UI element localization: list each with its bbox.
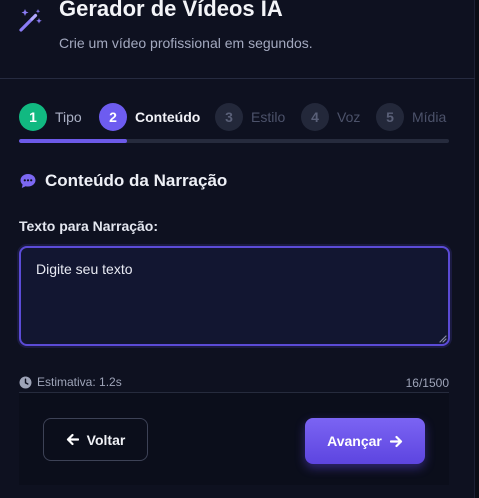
window-edge: [475, 0, 479, 498]
progress-fill: [19, 139, 127, 143]
step-tipo[interactable]: 1 Tipo: [19, 103, 82, 131]
clock-icon: [19, 376, 32, 388]
page-title: Gerador de Vídeos IA: [59, 0, 283, 21]
step-voz[interactable]: 4 Voz: [301, 103, 360, 131]
wizard-panel: Gerador de Vídeos IA Crie um vídeo profi…: [0, 0, 475, 498]
next-button[interactable]: Avançar: [305, 418, 425, 464]
wizard-footer: Voltar Avançar: [19, 393, 449, 485]
header: Gerador de Vídeos IA Crie um vídeo profi…: [0, 0, 475, 79]
step-number: 4: [301, 103, 329, 131]
text-meta: Estimativa: 1.2s 16/1500: [19, 375, 449, 391]
step-midia[interactable]: 5 Mídia: [376, 103, 446, 131]
step-label: Conteúdo: [135, 109, 201, 125]
section-heading: Conteúdo da Narração: [19, 171, 227, 191]
narration-label: Texto para Narração:: [19, 218, 159, 234]
section-title: Conteúdo da Narração: [45, 171, 228, 190]
step-label: Tipo: [55, 109, 82, 125]
step-label: Voz: [337, 109, 361, 125]
next-button-label: Avançar: [327, 433, 382, 449]
step-label: Mídia: [412, 109, 447, 125]
narration-textarea[interactable]: [19, 246, 450, 346]
step-estilo[interactable]: 3 Estilo: [215, 103, 285, 131]
step-number: 2: [99, 103, 127, 131]
step-number: 3: [215, 103, 243, 131]
stepper: 1 Tipo 2 Conteúdo 3 Estilo 4 Voz 5 Mídia: [19, 103, 449, 131]
step-conteudo[interactable]: 2 Conteúdo: [99, 103, 200, 131]
back-button[interactable]: Voltar: [43, 418, 148, 461]
arrow-left-icon: [66, 433, 79, 446]
magic-wand-icon: [19, 9, 42, 32]
page-subtitle: Crie um vídeo profissional em segundos.: [59, 35, 313, 51]
step-number: 1: [19, 103, 47, 131]
arrow-right-icon: [389, 435, 402, 447]
back-button-label: Voltar: [86, 431, 126, 448]
duration-estimate: Estimativa: 1.2s: [19, 375, 122, 389]
estimate-text: Estimativa: 1.2s: [37, 375, 122, 389]
step-number: 5: [376, 103, 404, 131]
resize-handle-icon[interactable]: [437, 333, 447, 343]
step-label: Estilo: [251, 109, 286, 125]
character-counter: 16/1500: [405, 376, 449, 390]
chat-icon: [20, 174, 36, 188]
progress-bar: [19, 139, 449, 143]
